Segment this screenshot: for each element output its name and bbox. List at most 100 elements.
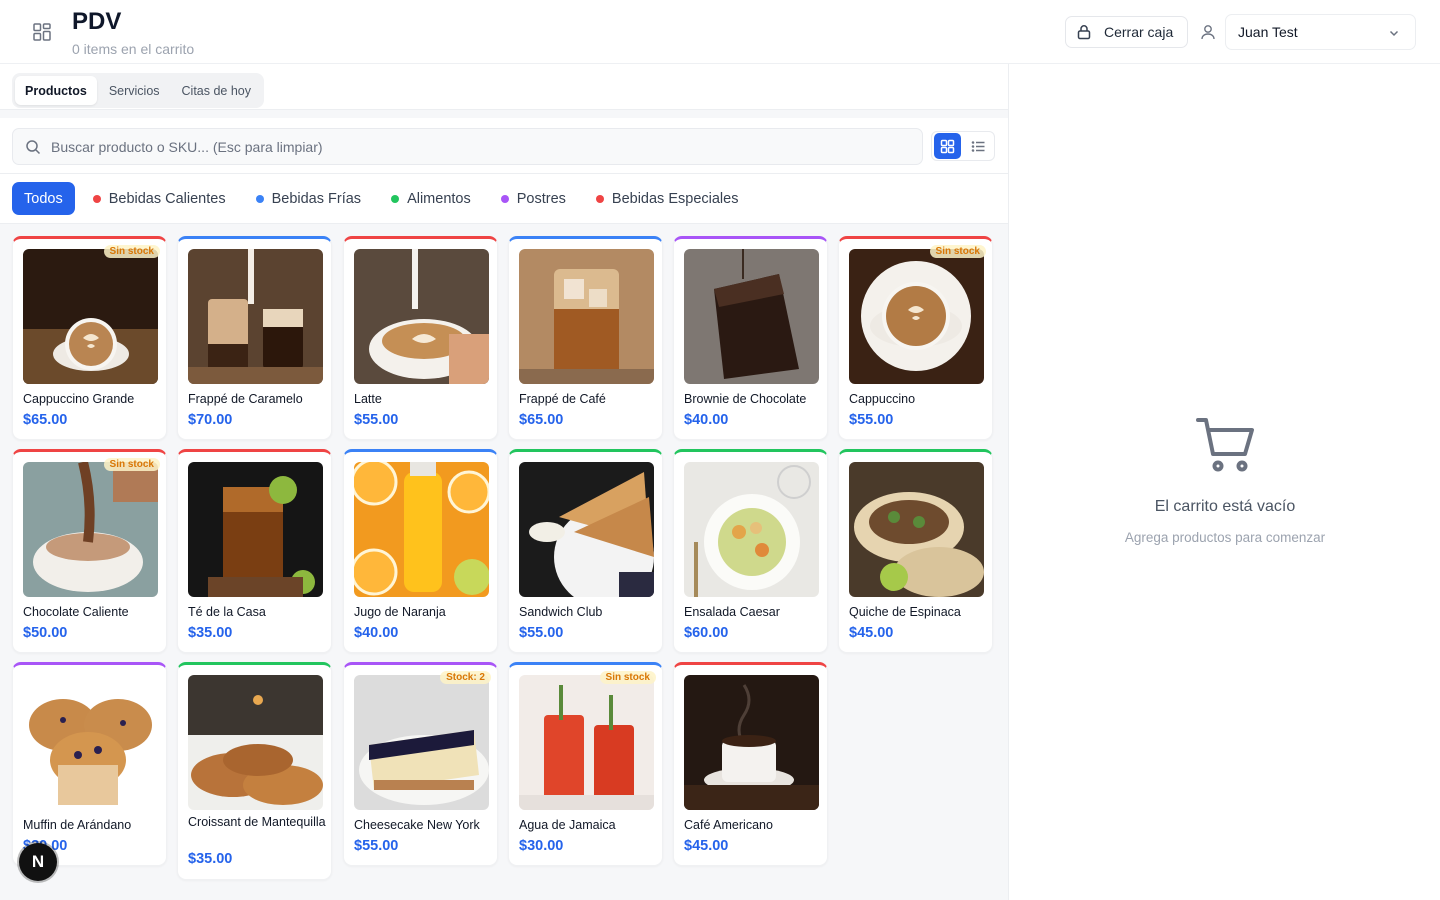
stock-badge: Sin stock [929,245,986,258]
category-color-dot [391,194,400,203]
product-card[interactable]: Croissant de Mantequilla $35.00 [177,662,332,880]
close-register-label: Cerrar caja [1104,24,1174,40]
product-name: Muffin de Arándano [23,818,132,832]
tab-servicios[interactable]: Servicios [99,76,170,105]
product-name: Sandwich Club [519,605,603,619]
product-image [519,249,654,384]
product-name: Quiche de Espinaca [849,605,961,619]
chevron-down-icon [1389,30,1399,37]
product-image [23,249,158,384]
category-color-dot [500,194,509,203]
product-price: $45.00 [684,838,729,854]
product-name: Café Americano [684,818,773,832]
product-price: $40.00 [354,625,399,641]
product-name: Frappé de Caramelo [188,392,303,406]
product-card[interactable]: Brownie de Chocolate $40.00 [673,236,828,440]
product-card[interactable]: Frappé de Café $65.00 [508,236,663,440]
product-card[interactable]: Té de la Casa $35.00 [177,449,332,653]
user-select[interactable]: Juan Test [1225,14,1416,50]
product-image [354,249,489,384]
product-card[interactable]: Sin stock Cappuccino $55.00 [838,236,993,440]
product-name: Jugo de Naranja [354,605,446,619]
cart-empty-title: El carrito está vacío [1154,498,1296,515]
shopping-cart-icon [1196,418,1254,472]
product-card[interactable]: Stock: 2 Cheesecake New York $55.00 [343,662,498,866]
product-card[interactable]: Jugo de Naranja $40.00 [343,449,498,653]
search-input[interactable] [51,138,891,155]
grid-view-button[interactable] [934,133,961,159]
category-filter-1[interactable]: Bebidas Calientes [81,182,238,215]
app-header: PDV 0 items en el carrito Cerrar caja Ju… [0,0,1440,64]
product-card[interactable]: Muffin de Arándano$30.00 [12,662,167,866]
products-panel: Productos Servicios Citas de hoy Buscar … [0,64,1008,900]
category-filter-4[interactable]: Postres [489,182,578,215]
user-icon [1201,25,1215,40]
category-filters: Todos Bebidas Calientes Bebidas Frías Alime… [12,182,750,215]
category-filter-0[interactable]: Todos [12,182,75,215]
product-image [188,249,323,384]
cart-count-text: 0 items en el carrito [72,41,195,57]
product-image [354,462,489,597]
product-price: $35.00 [188,625,233,641]
dev-tools-badge[interactable]: N [19,843,57,881]
stock-badge: Sin stock [599,671,656,684]
product-card[interactable]: Sin stock Cappuccino Grande $65.00 [12,236,167,440]
list-view-button[interactable] [965,133,992,159]
product-name: Croissant de Mantequilla [188,815,326,829]
product-image [354,675,489,810]
product-name: Ensalada Caesar [684,605,780,619]
page-title: PDV [72,8,122,35]
category-filter-row: Todos Bebidas Calientes Bebidas Frías Alime… [0,174,1008,224]
grid-menu-icon[interactable] [28,18,56,46]
product-price: $30.00 [519,838,564,854]
list-icon [971,140,985,152]
search-icon [26,139,41,154]
product-price: $70.00 [188,412,233,428]
product-image [23,462,158,597]
grid-icon [940,139,955,153]
product-card[interactable]: Sandwich Club $55.00 [508,449,663,653]
product-name: Cheesecake New York [354,818,480,832]
product-card[interactable]: Frappé de Caramelo $70.00 [177,236,332,440]
category-label: Postres [516,190,566,207]
category-filter-3[interactable]: Alimentos [379,182,483,215]
product-image [684,462,819,597]
tab-productos[interactable]: Productos [15,76,97,105]
close-register-button[interactable]: Cerrar caja [1065,16,1188,48]
product-name: Brownie de Chocolate [684,392,807,406]
category-label: Bebidas Frías [271,190,362,207]
section-tabs: Productos Servicios Citas de hoy [12,73,265,108]
product-price: $65.00 [519,412,564,428]
product-card[interactable]: Ensalada Caesar $60.00 [673,449,828,653]
view-toggle [931,131,995,161]
product-price: $65.00 [23,412,68,428]
tab-citas-de-hoy[interactable]: Citas de hoy [172,76,261,105]
cart-panel: El carrito está vacío Agrega productos p… [1008,64,1440,900]
lock-icon [1077,25,1091,40]
product-image [23,675,158,810]
stock-badge: Stock: 2 [440,671,491,684]
category-color-dot [255,194,264,203]
product-card[interactable]: Latte $55.00 [343,236,498,440]
user-name: Juan Test [1238,24,1298,40]
category-filter-5[interactable]: Bebidas Especiales [584,182,751,215]
product-image [519,462,654,597]
product-price: $40.00 [684,412,729,428]
category-color-dot [595,194,604,203]
category-label: Alimentos [407,190,471,207]
product-card[interactable]: Café Americano $45.00 [673,662,828,866]
product-image [188,675,323,810]
product-card[interactable]: Quiche de Espinaca $45.00 [838,449,993,653]
product-name: Chocolate Caliente [23,605,129,619]
product-card[interactable]: Sin stock Agua de Jamaica $30.00 [508,662,663,866]
product-name: Cappuccino [849,392,916,406]
category-filter-2[interactable]: Bebidas Frías [244,182,373,215]
cart-empty-subtitle: Agrega productos para comenzar [1124,530,1326,545]
search-row [0,118,1008,174]
product-image [684,249,819,384]
category-color-dot [92,194,101,203]
search-box[interactable] [12,128,923,165]
product-image [188,462,323,597]
tabs-bar: Productos Servicios Citas de hoy [0,64,1008,110]
product-card[interactable]: Sin stock Chocolate Caliente $50.00 [12,449,167,653]
